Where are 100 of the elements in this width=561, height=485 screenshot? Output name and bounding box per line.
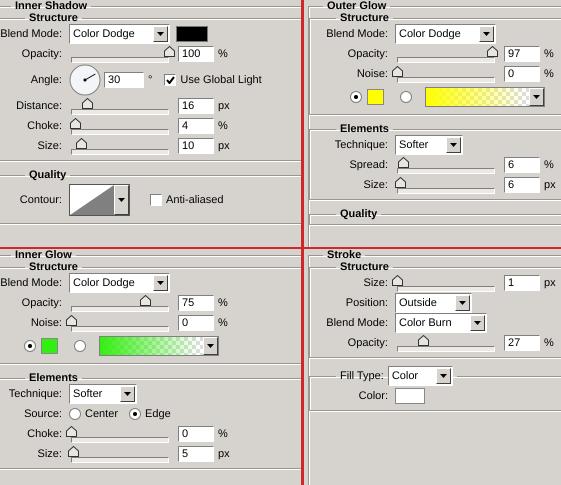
unit-label: °: [148, 74, 152, 86]
slider-handle[interactable]: [487, 46, 498, 56]
checkbox[interactable]: [150, 194, 162, 206]
value-field[interactable]: 100: [178, 46, 214, 62]
field-label: Fill Type:: [340, 370, 384, 382]
radio-button[interactable]: [74, 340, 86, 352]
caret-icon: [156, 281, 164, 285]
panel-title: Inner Glow: [14, 249, 73, 261]
field-label: Blend Mode:: [0, 28, 63, 40]
slider-track[interactable]: [397, 346, 495, 352]
color-swatch[interactable]: [395, 388, 425, 404]
slider-track[interactable]: [71, 128, 169, 134]
slider-track[interactable]: [71, 108, 169, 114]
value-field[interactable]: 4: [178, 118, 214, 134]
radio-button[interactable]: [400, 91, 412, 103]
color-swatch[interactable]: [41, 338, 58, 354]
gradient-picker[interactable]: [425, 87, 545, 107]
dropdown[interactable]: Color Dodge: [69, 273, 170, 293]
slider-track[interactable]: [71, 326, 169, 332]
field-label: Contour:: [18, 194, 63, 206]
caret-icon: [440, 374, 448, 378]
slider-track[interactable]: [397, 76, 495, 82]
radio-button[interactable]: [69, 408, 81, 420]
slider-track[interactable]: [71, 456, 169, 462]
value-field[interactable]: 97: [504, 46, 540, 62]
field-label: Technique:: [8, 388, 63, 400]
slider-handle[interactable]: [392, 274, 403, 286]
value-field[interactable]: 75: [178, 295, 214, 311]
field-label: Color:: [358, 390, 389, 402]
panel-title: Outer Glow: [326, 0, 388, 12]
unit-label: %: [218, 428, 228, 440]
checkmark-icon: [166, 76, 175, 84]
radio-button[interactable]: [129, 408, 142, 420]
slider-track[interactable]: [397, 188, 495, 194]
caret-icon: [118, 198, 125, 202]
slider-handle[interactable]: [164, 46, 175, 56]
unit-label: px: [218, 448, 230, 460]
value-field[interactable]: 6: [504, 157, 540, 173]
value-field[interactable]: 10: [178, 138, 214, 154]
caret-icon: [207, 344, 214, 348]
radio-button[interactable]: [350, 91, 362, 103]
value-field[interactable]: 16: [178, 98, 214, 114]
field-label: Opacity:: [20, 48, 63, 60]
dropdown[interactable]: Color Dodge: [395, 24, 496, 44]
field-label: Noise:: [356, 68, 389, 80]
value-field[interactable]: 5: [178, 446, 214, 462]
caret-icon: [156, 32, 164, 36]
field-label: Blend Mode:: [325, 317, 389, 329]
unit-label: px: [544, 277, 556, 289]
dropdown[interactable]: Color Dodge: [69, 24, 170, 44]
slider-track[interactable]: [71, 306, 169, 312]
value-field[interactable]: 1: [504, 275, 540, 291]
value-field[interactable]: 27: [504, 335, 540, 351]
checkbox-label[interactable]: Use Global Light: [180, 74, 262, 86]
checkbox[interactable]: [164, 74, 176, 86]
field-label: Size:: [36, 448, 63, 460]
radio-label[interactable]: Edge: [145, 408, 171, 420]
slider-track[interactable]: [71, 148, 169, 154]
unit-label: px: [544, 179, 556, 191]
slider-track[interactable]: [71, 436, 169, 442]
dropdown[interactable]: Outside: [395, 293, 472, 313]
dropdown[interactable]: Color Burn: [395, 313, 487, 333]
field-label: Choke:: [26, 428, 63, 440]
contour-picker[interactable]: [69, 184, 130, 216]
field-label: Position:: [344, 297, 389, 309]
slider-track[interactable]: [397, 286, 495, 292]
dropdown[interactable]: Color: [388, 366, 454, 386]
section-title: Quality: [339, 208, 378, 220]
slider-handle[interactable]: [394, 176, 406, 188]
unit-label: px: [218, 100, 230, 112]
unit-label: %: [544, 48, 554, 60]
field-label: Choke:: [26, 120, 63, 132]
dropdown[interactable]: Softer: [395, 135, 464, 155]
color-swatch[interactable]: [367, 89, 384, 105]
section-title: Structure: [339, 12, 390, 24]
gradient-picker[interactable]: [99, 336, 219, 356]
slider-track[interactable]: [397, 168, 495, 174]
caret-icon: [450, 143, 458, 147]
slider-handle[interactable]: [66, 426, 77, 436]
field-label: Opacity:: [346, 337, 389, 349]
slider-track[interactable]: [397, 56, 495, 62]
value-field[interactable]: 0: [178, 315, 214, 331]
value-field[interactable]: 6: [504, 177, 540, 193]
slider-handle[interactable]: [68, 446, 79, 456]
radio-button[interactable]: [24, 340, 36, 352]
radio-label[interactable]: Center: [85, 408, 118, 420]
unit-label: %: [218, 48, 228, 60]
slider-handle[interactable]: [66, 314, 77, 326]
dropdown[interactable]: Softer: [69, 384, 138, 404]
slider-track[interactable]: [71, 56, 169, 62]
angle-dial[interactable]: [69, 64, 101, 96]
section-title: Structure: [28, 261, 79, 273]
value-field[interactable]: 30: [104, 72, 144, 88]
color-swatch[interactable]: [176, 26, 208, 42]
field-label: Blend Mode:: [0, 277, 63, 289]
value-field[interactable]: 0: [504, 66, 540, 82]
slider-handle[interactable]: [392, 66, 403, 76]
value-field[interactable]: 0: [178, 426, 214, 442]
checkbox-label[interactable]: Anti-aliased: [166, 194, 224, 206]
section-title: Elements: [339, 123, 390, 135]
